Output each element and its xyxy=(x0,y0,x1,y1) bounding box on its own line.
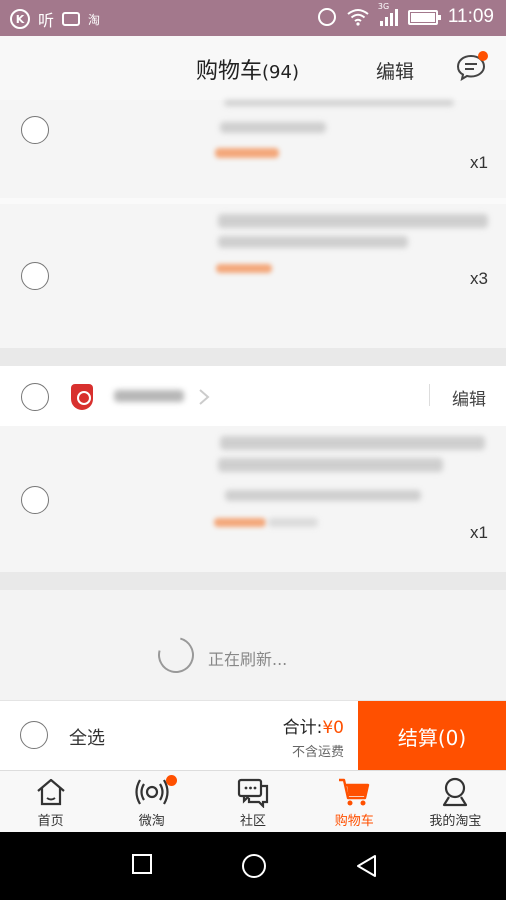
tab-label: 首页 xyxy=(37,814,64,829)
item-sku-blurred xyxy=(225,490,421,501)
page-title: 购物车(94) xyxy=(196,53,299,85)
shop-select-checkbox[interactable] xyxy=(21,383,49,411)
status-left-icons: K 听 淘 xyxy=(10,7,100,31)
wifi-icon xyxy=(346,8,370,26)
cart-item[interactable]: x1 xyxy=(0,100,506,198)
battery-icon xyxy=(407,9,441,25)
home-icon xyxy=(36,778,65,806)
shop-header[interactable]: 编辑 xyxy=(0,366,506,426)
item-select-checkbox[interactable] xyxy=(21,116,49,144)
tab-label: 社区 xyxy=(240,814,267,829)
listen-app-icon: 听 xyxy=(38,11,55,30)
tab-label: 微淘 xyxy=(138,814,165,829)
network-type: 3G xyxy=(377,2,390,11)
total-amount: ¥0 xyxy=(322,718,344,738)
clock: 11:09 xyxy=(447,6,494,27)
recents-button-icon[interactable] xyxy=(132,854,152,874)
shop-edit-button[interactable]: 编辑 xyxy=(452,385,486,410)
item-title-blurred xyxy=(224,100,454,106)
item-title-blurred xyxy=(218,214,488,228)
item-select-checkbox[interactable] xyxy=(21,486,49,514)
broadcast-icon xyxy=(135,779,169,805)
tab-my-taobao[interactable]: 我的淘宝 xyxy=(405,771,506,832)
title-text: 购物车 xyxy=(196,59,263,84)
weitao-badge xyxy=(166,775,178,786)
edit-cart-button[interactable]: 编辑 xyxy=(376,57,414,84)
home-button-icon[interactable] xyxy=(242,854,266,878)
total-label: 合计: xyxy=(282,718,323,738)
tab-cart[interactable]: 购物车 xyxy=(304,771,405,832)
item-title-line2-blurred xyxy=(218,458,443,472)
item-price-blurred xyxy=(214,518,266,527)
cell-signal-icon: 3G xyxy=(378,2,398,26)
item-sku-blurred xyxy=(220,122,326,133)
tab-label: 购物车 xyxy=(334,814,374,829)
tab-label: 我的淘宝 xyxy=(429,814,482,829)
user-icon xyxy=(443,777,468,807)
refresh-text: 正在刷新... xyxy=(208,650,288,669)
total-price: 合计:¥0 xyxy=(283,713,344,738)
chat-icon xyxy=(237,778,269,808)
item-quantity: x1 xyxy=(470,523,488,542)
loading-spinner-icon xyxy=(151,630,201,680)
cart-header: 购物车(94) 编辑 xyxy=(0,36,506,100)
message-notification-icon xyxy=(62,12,81,26)
section-divider xyxy=(0,348,506,366)
shop-edit-divider xyxy=(429,384,430,406)
select-all-label[interactable]: 全选 xyxy=(69,724,105,750)
item-quantity: x3 xyxy=(470,269,488,288)
item-price-blurred xyxy=(215,148,279,158)
shipping-note: 不含运费 xyxy=(291,745,344,760)
item-price-blurred xyxy=(216,264,272,273)
shop-logo-icon xyxy=(71,384,93,410)
taobao-notification-icon: 淘 xyxy=(88,12,101,27)
alarm-icon xyxy=(317,8,336,26)
back-button-icon[interactable] xyxy=(355,854,379,878)
item-select-checkbox[interactable] xyxy=(21,262,49,290)
message-badge xyxy=(478,51,488,61)
k-app-icon: K xyxy=(10,9,30,29)
item-title-blurred xyxy=(220,436,485,450)
cart-icon xyxy=(339,778,370,806)
cart-summary-bar: 全选 合计:¥0 不含运费 结算(0) xyxy=(0,700,506,771)
status-bar: K 听 淘 3G 11:09 xyxy=(0,0,506,36)
messages-button[interactable] xyxy=(456,51,488,82)
section-divider xyxy=(0,572,506,590)
select-all-checkbox[interactable] xyxy=(20,721,48,749)
item-original-price-blurred xyxy=(268,518,318,527)
item-quantity: x1 xyxy=(470,153,488,172)
cart-item[interactable]: x3 xyxy=(0,204,506,348)
status-right-icons: 3G 11:09 xyxy=(317,2,494,28)
item-title-line2-blurred xyxy=(218,236,408,248)
refresh-indicator: 正在刷新... xyxy=(0,590,506,700)
tab-home[interactable]: 首页 xyxy=(0,771,101,832)
system-navigation-bar xyxy=(0,832,506,900)
cart-count: (94) xyxy=(262,62,299,83)
tab-weitao[interactable]: 微淘 xyxy=(101,771,202,832)
cart-item[interactable]: x1 xyxy=(0,426,506,572)
bottom-tab-bar: 首页 微淘 社区 购物车 我的淘宝 xyxy=(0,770,506,832)
shop-name-blurred[interactable] xyxy=(114,390,184,402)
chevron-right-icon xyxy=(199,389,210,405)
checkout-button[interactable]: 结算(0) xyxy=(358,701,506,771)
tab-community[interactable]: 社区 xyxy=(202,771,303,832)
